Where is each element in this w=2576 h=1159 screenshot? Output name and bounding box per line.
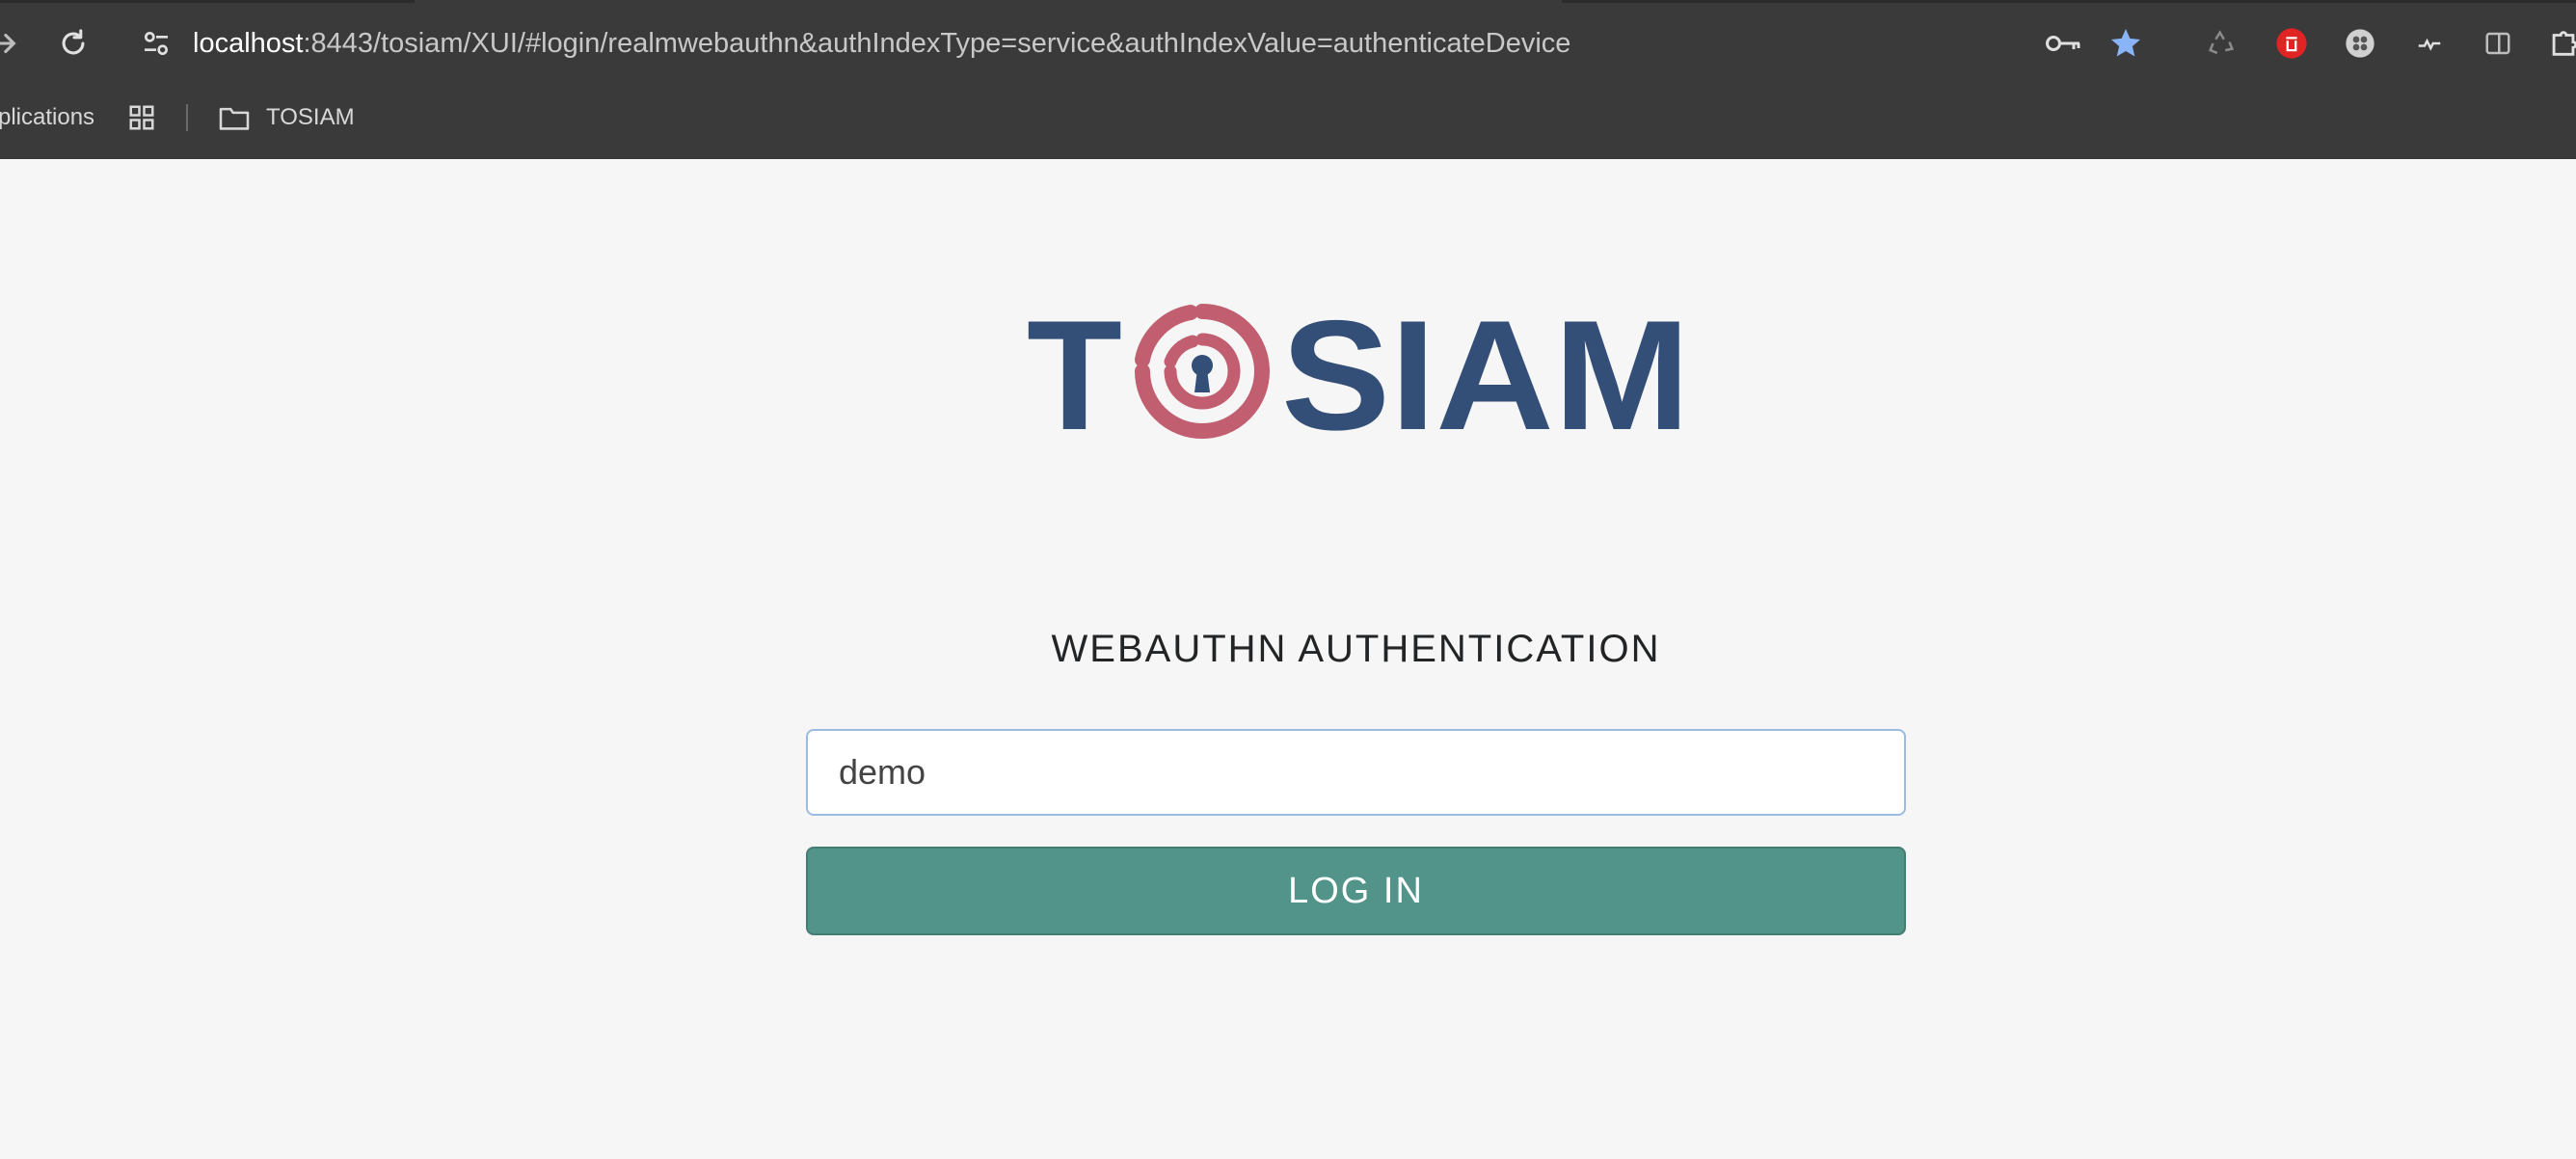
address-bar[interactable]: localhost:8443/tosiam/XUI/#login/realmwe… — [193, 27, 1570, 60]
apps-button[interactable] — [127, 96, 156, 139]
bookmark-label: plications — [0, 104, 95, 130]
password-key-button[interactable] — [2042, 21, 2086, 66]
side-panel-icon — [2485, 32, 2510, 55]
recycle-icon — [2209, 30, 2235, 55]
extension-wave-button[interactable] — [2407, 21, 2452, 66]
key-icon — [2046, 36, 2080, 51]
bookmark-label: TOSIAM — [266, 104, 355, 130]
logo-letter-t: T — [1027, 304, 1122, 448]
side-panel-button[interactable] — [2476, 21, 2520, 66]
apps-grid-icon — [129, 105, 154, 130]
reload-icon — [62, 29, 85, 55]
reload-button[interactable] — [49, 19, 97, 67]
extension-recycle-button[interactable] — [2199, 21, 2243, 66]
logo-letters-siam: SIAM — [1281, 304, 1690, 448]
tab-strip — [0, 0, 2576, 3]
omnibox-row: localhost:8443/tosiam/XUI/#login/realmwe… — [0, 10, 2576, 87]
bookmark-star-button[interactable] — [2104, 21, 2148, 66]
extension-gray-button[interactable] — [2338, 21, 2382, 66]
extension-gray-icon — [2346, 29, 2375, 58]
star-icon — [2111, 29, 2140, 57]
url-host: localhost — [193, 28, 304, 59]
login-button[interactable]: LOG IN — [806, 847, 1906, 935]
page-content: T SIAM WEBAUTHN AUTHENTICATION LOG IN — [0, 159, 2576, 1159]
extension-wave-icon — [2418, 38, 2441, 51]
bookmark-applications[interactable]: plications — [0, 96, 94, 139]
active-tab-edge[interactable] — [415, 0, 1562, 3]
back-button[interactable] — [0, 19, 27, 67]
browser-chrome: localhost:8443/tosiam/XUI/#login/realmwe… — [0, 0, 2576, 159]
extension-red-icon — [2276, 28, 2307, 59]
tosiam-logo: T SIAM — [1027, 304, 1690, 448]
folder-icon — [219, 107, 250, 130]
extensions-puzzle-icon — [2552, 31, 2576, 56]
url-path: :8443/tosiam/XUI/#login/realmwebauthn&au… — [303, 28, 1571, 59]
username-input[interactable] — [806, 729, 1906, 816]
page-title: WEBAUTHN AUTHENTICATION — [1051, 628, 1661, 670]
extensions-button[interactable] — [2541, 21, 2576, 66]
bookmarks-separator — [186, 104, 188, 131]
bookmarks-bar: plications TOSIAM — [0, 96, 2576, 139]
site-info-button[interactable] — [132, 19, 180, 67]
back-icon — [0, 33, 16, 54]
bookmark-folder-tosiam[interactable]: TOSIAM — [218, 96, 355, 139]
site-info-icon — [145, 31, 168, 55]
extension-red-button[interactable] — [2269, 21, 2314, 66]
keyhole-target-icon — [1135, 304, 1270, 439]
